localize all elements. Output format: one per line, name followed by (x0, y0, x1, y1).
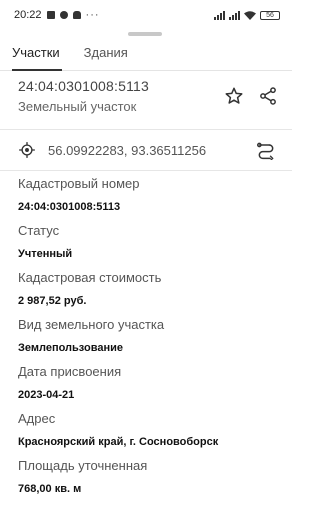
status-bar: 20:22 ··· 56 (0, 0, 292, 30)
route-icon[interactable] (256, 140, 276, 160)
signal-icon (229, 10, 240, 20)
field-value: 2 987,52 руб. (18, 295, 87, 307)
field-status: Статус Учтенный (18, 223, 280, 270)
gps-location-icon (19, 142, 35, 158)
property-details: Кадастровый номер 24:04:0301008:5113 Ста… (18, 176, 280, 505)
field-value: Учтенный (18, 248, 73, 260)
tab-label: Участки (12, 44, 60, 60)
battery-level: 56 (266, 11, 274, 19)
object-header: 24:04:0301008:5113 Земельный участок (18, 78, 278, 118)
field-address: Адрес Красноярский край, г. Сосновоборск (18, 411, 280, 458)
field-cadastral-value: Кадастровая стоимость 2 987,52 руб. (18, 270, 280, 317)
battery-icon: 56 (260, 10, 280, 20)
field-value: Землепользование (18, 342, 123, 354)
notification-icon (46, 11, 55, 19)
tab-bar: Участки Здания (0, 34, 292, 71)
field-label: Кадастровая стоимость (18, 270, 162, 285)
field-land-type: Вид земельного участка Землепользование (18, 317, 280, 364)
more-notifications-indicator: ··· (85, 9, 100, 21)
cloud-icon (72, 11, 81, 19)
tab-label: Здания (83, 44, 128, 60)
coordinates-row[interactable]: 56.09922283, 93.36511256 (18, 138, 276, 162)
field-area: Площадь уточненная 768,00 кв. м (18, 458, 280, 505)
wifi-icon (244, 10, 256, 20)
share-icon[interactable] (258, 86, 278, 106)
field-label: Адрес (18, 411, 56, 426)
notification-icon (59, 11, 68, 19)
field-label: Дата присвоения (18, 364, 122, 379)
field-cadastral-number: Кадастровый номер 24:04:0301008:5113 (18, 176, 280, 223)
field-value: 768,00 кв. м (18, 483, 82, 495)
field-value: 2023-04-21 (18, 389, 75, 401)
field-label: Статус (18, 223, 60, 238)
field-assignment-date: Дата присвоения 2023-04-21 (18, 364, 280, 411)
signal-icon (214, 10, 225, 20)
field-value: Красноярский край, г. Сосновоборск (18, 436, 219, 448)
divider (0, 129, 292, 130)
divider (0, 170, 292, 171)
field-label: Вид земельного участка (18, 317, 165, 332)
star-icon[interactable] (224, 86, 244, 106)
coordinates-text: 56.09922283, 93.36511256 (48, 142, 207, 158)
status-time: 20:22 (14, 9, 42, 21)
field-label: Площадь уточненная (18, 458, 148, 473)
field-label: Кадастровый номер (18, 176, 140, 191)
tab-buildings[interactable]: Здания (72, 34, 140, 70)
tab-parcels[interactable]: Участки (0, 34, 72, 71)
field-value: 24:04:0301008:5113 (18, 201, 121, 213)
